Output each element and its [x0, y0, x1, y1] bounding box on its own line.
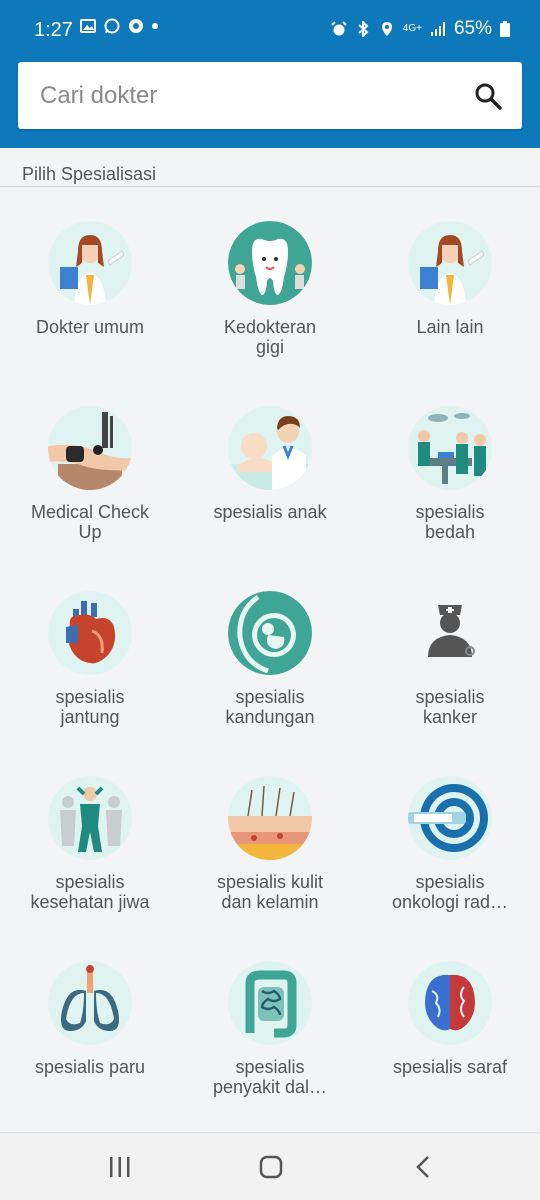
alarm-icon	[331, 21, 347, 36]
signal-icon	[430, 22, 445, 36]
specialty-spesialis-penyakit-dalam[interactable]: spesialis penyakit dal…	[180, 961, 360, 1111]
specialty-label: spesialis kanker	[415, 687, 485, 727]
system-icons: 4G+ 65%	[331, 18, 510, 40]
search-bar[interactable]	[18, 62, 522, 129]
lungs-icon	[48, 961, 132, 1045]
specialty-spesialis-kanker[interactable]: spesialis kanker	[360, 591, 540, 741]
image-icon	[80, 19, 96, 33]
specialty-dokter-umum[interactable]: Dokter umum	[0, 221, 180, 371]
female-doctor-icon	[48, 221, 132, 305]
specialty-kedokteran-gigi[interactable]: Kedokteran gigi	[180, 221, 360, 371]
specialty-spesialis-jantung[interactable]: spesialis jantung	[0, 591, 180, 741]
back-button[interactable]	[403, 1151, 443, 1183]
recent-apps-button[interactable]	[100, 1151, 140, 1183]
recent-apps-icon	[110, 1157, 130, 1177]
whatsapp-icon	[104, 18, 120, 34]
pediatric-icon	[228, 406, 312, 490]
status-time: 1:27	[34, 19, 73, 41]
search-input[interactable]	[40, 62, 460, 129]
specialty-label: spesialis kesehatan jiwa	[30, 872, 150, 912]
specialty-spesialis-kesehatan-jiwa[interactable]: spesialis kesehatan jiwa	[0, 776, 180, 926]
surgery-icon	[408, 406, 492, 490]
battery-icon	[500, 21, 510, 37]
app-header: 1:27 4G+ 65%	[0, 0, 540, 148]
specialty-spesialis-onkologi-radiasi[interactable]: spesialis onkologi rad…	[360, 776, 540, 926]
specialty-spesialis-anak[interactable]: spesialis anak	[180, 406, 360, 556]
specialty-spesialis-kulit-dan-kelamin[interactable]: spesialis kulit dan kelamin	[180, 776, 360, 926]
divider	[0, 186, 540, 187]
specialty-label: spesialis anak	[213, 502, 327, 522]
battery-percent: 65%	[453, 18, 492, 39]
specialty-label: Kedokteran gigi	[223, 317, 317, 357]
specialty-spesialis-bedah[interactable]: spesialis bedah	[360, 406, 540, 556]
intestine-icon	[228, 961, 312, 1045]
app-notification-icon	[129, 19, 143, 33]
blood-pressure-icon	[48, 406, 132, 490]
specialty-label: spesialis bedah	[415, 502, 485, 542]
mental-health-icon	[48, 776, 132, 860]
specialty-spesialis-paru[interactable]: spesialis paru	[0, 961, 180, 1111]
home-button[interactable]	[251, 1151, 291, 1183]
specialty-label: Medical Check Up	[30, 502, 150, 542]
female-doctor-icon	[408, 221, 492, 305]
specialty-label: spesialis onkologi rad…	[391, 872, 509, 912]
status-bar: 1:27 4G+ 65%	[0, 0, 540, 58]
notification-icons	[80, 18, 158, 34]
fetus-icon	[228, 591, 312, 675]
heart-icon	[48, 591, 132, 675]
bluetooth-icon	[358, 21, 369, 37]
radiology-scanner-icon	[408, 776, 492, 860]
specialty-label: spesialis kandungan	[225, 687, 315, 727]
specialty-label: spesialis paru	[34, 1057, 146, 1077]
specialty-label: spesialis saraf	[392, 1057, 508, 1077]
specialty-label: spesialis kulit dan kelamin	[216, 872, 324, 912]
brain-icon	[408, 961, 492, 1045]
specialty-spesialis-saraf[interactable]: spesialis saraf	[360, 961, 540, 1111]
section-title: Pilih Spesialisasi	[22, 164, 157, 184]
home-icon	[259, 1155, 283, 1179]
specialty-label: Dokter umum	[35, 317, 145, 337]
specialty-medical-check-up[interactable]: Medical Check Up	[0, 406, 180, 556]
search-icon[interactable]	[474, 82, 502, 110]
specialty-label: Lain lain	[416, 317, 484, 337]
skin-icon	[228, 776, 312, 860]
network-type: 4G+	[402, 23, 422, 34]
more-dot-icon	[152, 23, 158, 29]
oncologist-icon	[408, 591, 492, 675]
specialty-section: Pilih Spesialisasi Dokter umum Kedoktera…	[0, 148, 540, 1132]
android-nav-bar	[0, 1132, 540, 1200]
location-icon	[381, 22, 392, 36]
tooth-icon	[228, 221, 312, 305]
specialty-label: spesialis jantung	[55, 687, 125, 727]
back-icon	[416, 1156, 429, 1178]
specialty-spesialis-kandungan[interactable]: spesialis kandungan	[180, 591, 360, 741]
specialty-lain-lain[interactable]: Lain lain	[360, 221, 540, 371]
specialty-label: spesialis penyakit dal…	[212, 1057, 328, 1097]
